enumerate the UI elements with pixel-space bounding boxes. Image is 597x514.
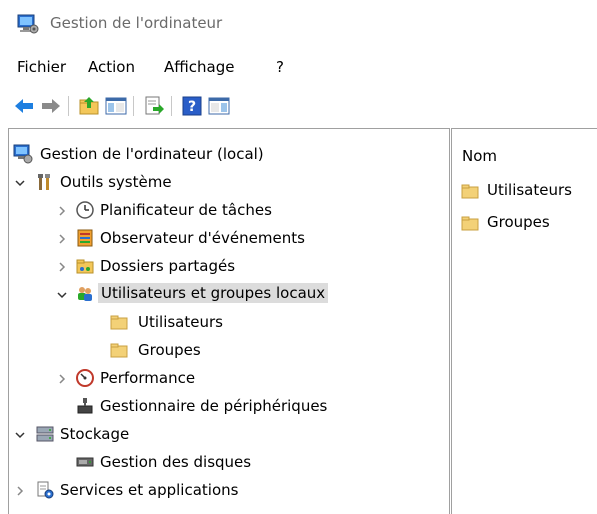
tree-item-label: Performance: [100, 369, 196, 387]
chevron-down-icon[interactable]: [56, 289, 68, 301]
storage-icon: [36, 426, 54, 442]
tree-item-label: Observateur d'événements: [100, 229, 305, 247]
chevron-right-icon[interactable]: [56, 373, 68, 385]
chevron-right-icon[interactable]: [56, 205, 68, 217]
forward-arrow-icon[interactable]: [40, 95, 62, 117]
svg-text:?: ?: [188, 99, 196, 115]
chevron-right-icon[interactable]: [56, 233, 68, 245]
toolbar: ?: [0, 90, 597, 122]
folder-icon: [110, 315, 128, 330]
tree-item-outils-systeme[interactable]: Outils système: [9, 169, 439, 195]
tree-item-services-applications[interactable]: Services et applications: [9, 477, 439, 503]
services-icon: [37, 481, 54, 499]
menu-bar: Fichier Action Affichage ?: [0, 55, 597, 83]
tree-item-gestionnaire-peripheriques[interactable]: Gestionnaire de périphériques: [9, 393, 439, 419]
tree-item-stockage[interactable]: Stockage: [9, 421, 439, 447]
details-list[interactable]: Nom Utilisateurs Groupes: [451, 128, 597, 514]
show-hide-tree-icon[interactable]: [105, 95, 127, 117]
toolbar-separator: [133, 96, 134, 116]
tree-item-utilisateurs-groupes-locaux[interactable]: Utilisateurs et groupes locaux: [9, 281, 439, 307]
help-icon[interactable]: ?: [181, 95, 203, 117]
export-list-icon[interactable]: [143, 95, 165, 117]
chevron-right-icon[interactable]: [14, 485, 26, 497]
users-group-icon: [78, 287, 92, 301]
computer-management-icon: [17, 14, 39, 34]
tree-item-gestion-disques[interactable]: Gestion des disques: [9, 449, 439, 475]
tree-item-label: Services et applications: [60, 481, 239, 499]
menu-affichage[interactable]: Affichage: [164, 58, 234, 76]
title-bar: Gestion de l'ordinateur: [0, 0, 597, 50]
back-arrow-icon[interactable]: [13, 95, 35, 117]
clock-icon: [76, 201, 94, 219]
tree-item-planificateur[interactable]: Planificateur de tâches: [9, 197, 439, 223]
tree-item-label: Outils système: [60, 173, 172, 191]
list-item-label: Groupes: [487, 213, 550, 231]
column-header-nom[interactable]: Nom: [462, 147, 497, 165]
tree-item-label: Utilisateurs: [138, 313, 223, 331]
tree-item-label: Planificateur de tâches: [100, 201, 272, 219]
tree-item-groupes[interactable]: Groupes: [9, 337, 439, 363]
device-manager-icon: [77, 398, 93, 414]
menu-fichier[interactable]: Fichier: [17, 58, 66, 76]
up-folder-icon[interactable]: [78, 95, 100, 117]
tree-item-label: Groupes: [138, 341, 201, 359]
toolbar-separator: [171, 96, 172, 116]
chevron-down-icon[interactable]: [14, 429, 26, 441]
tree-item-label: Gestionnaire de périphériques: [100, 397, 328, 415]
folder-icon: [461, 216, 479, 231]
chevron-down-icon[interactable]: [14, 177, 26, 189]
menu-help[interactable]: ?: [276, 58, 284, 76]
event-viewer-icon: [77, 229, 93, 247]
navigation-tree[interactable]: Gestion de l'ordinateur (local) Outils s…: [8, 128, 450, 514]
tree-item-utilisateurs[interactable]: Utilisateurs: [9, 309, 439, 335]
tree-item-label: Gestion de l'ordinateur (local): [40, 145, 264, 163]
tools-icon: [38, 174, 50, 190]
tree-item-label: Stockage: [60, 425, 130, 443]
shared-folder-icon: [76, 259, 94, 274]
tree-item-label: Utilisateurs et groupes locaux: [98, 283, 329, 303]
tree-item-label: Gestion des disques: [100, 453, 252, 471]
toolbar-separator: [68, 96, 69, 116]
list-item-label: Utilisateurs: [487, 181, 572, 199]
tree-item-observateur[interactable]: Observateur d'événements: [9, 225, 439, 251]
tree-item-label: Dossiers partagés: [100, 257, 236, 275]
tree-item-root[interactable]: Gestion de l'ordinateur (local): [9, 141, 439, 167]
window-title: Gestion de l'ordinateur: [50, 14, 223, 32]
folder-icon: [461, 184, 479, 199]
action-pane-icon[interactable]: [208, 95, 230, 117]
computer-management-icon: [13, 144, 33, 164]
tree-item-performance[interactable]: Performance: [9, 365, 439, 391]
menu-action[interactable]: Action: [88, 58, 135, 76]
disk-management-icon: [76, 457, 94, 467]
performance-icon: [76, 369, 94, 387]
chevron-right-icon[interactable]: [56, 261, 68, 273]
folder-icon: [110, 343, 128, 358]
tree-item-dossiers-partages[interactable]: Dossiers partagés: [9, 253, 439, 279]
